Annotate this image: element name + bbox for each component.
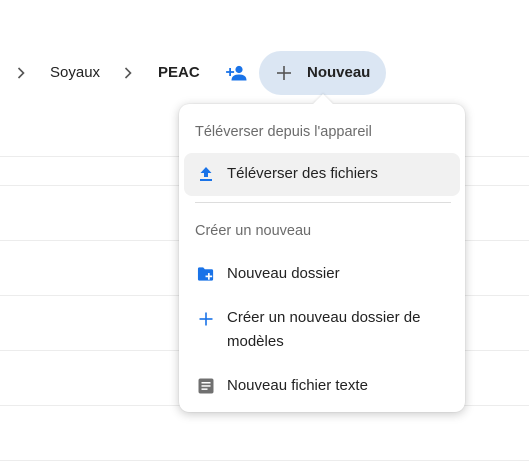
menu-caret-cover	[313, 94, 333, 114]
plus-icon	[197, 310, 215, 328]
folder-plus-icon	[197, 265, 215, 283]
chevron-right-icon	[120, 63, 136, 83]
list-row-divider	[0, 460, 529, 461]
new-button[interactable]: Nouveau	[259, 51, 386, 95]
new-folder-label: Nouveau dossier	[227, 265, 340, 282]
new-template-folder-label: Créer un nouveau dossier de modèles	[227, 309, 421, 350]
breadcrumb-item-current[interactable]: PEAC	[158, 63, 200, 83]
plus-icon	[277, 66, 291, 80]
upload-section-title: Téléverser depuis l'appareil	[195, 124, 372, 140]
new-template-folder-item[interactable]: Créer un nouveau dossier de modèles	[184, 297, 460, 361]
breadcrumb-item-soyaux[interactable]: Soyaux	[50, 63, 100, 83]
new-text-file-item[interactable]: Nouveau fichier texte	[184, 365, 460, 407]
menu-divider	[195, 202, 451, 203]
upload-icon	[197, 165, 215, 183]
files-page: Soyaux PEAC Nouveau Téléverser depuis l'…	[0, 0, 529, 474]
create-section-title: Créer un nouveau	[195, 223, 312, 239]
share-button[interactable]	[222, 59, 252, 87]
share-user-icon	[226, 65, 247, 81]
new-menu: Téléverser depuis l'appareil Téléverser …	[179, 94, 465, 412]
new-text-file-label: Nouveau fichier texte	[227, 377, 368, 394]
new-folder-item[interactable]: Nouveau dossier	[184, 253, 460, 295]
chevron-right-icon	[13, 63, 29, 83]
upload-files-item[interactable]: Téléverser des fichiers	[184, 153, 460, 196]
upload-files-label: Téléverser des fichiers	[227, 165, 378, 182]
new-button-label: Nouveau	[307, 64, 371, 81]
text-file-icon	[197, 377, 215, 395]
